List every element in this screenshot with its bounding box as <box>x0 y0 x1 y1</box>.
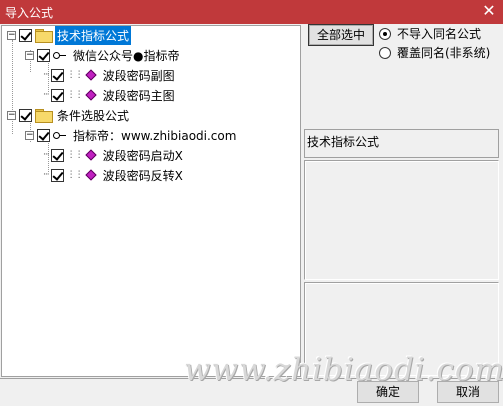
formula-icon <box>84 149 97 161</box>
description-panel <box>304 160 499 280</box>
folder-icon <box>35 29 53 43</box>
tree-node-formula[interactable]: ··· ⋮⋮ 波段密码反转X <box>43 166 185 184</box>
tree-node-formula[interactable]: ··· ⋮⋮ 波段密码启动X <box>43 146 185 164</box>
tree-checkbox[interactable] <box>37 128 50 142</box>
radio-label: 覆盖同名(非系统) <box>397 46 491 60</box>
tree-checkbox[interactable] <box>37 48 50 62</box>
info-label-panel: 技术指标公式 <box>304 129 499 158</box>
tree-label: 波段密码主图 <box>102 88 175 103</box>
tree-node-wechat[interactable]: − 微信公众号●指标帝 <box>25 46 181 64</box>
collapse-icon[interactable]: − <box>7 30 16 40</box>
tree-checkbox[interactable] <box>50 148 64 162</box>
connector-glyph: ··· <box>43 150 50 160</box>
grip-icon: ⋮⋮ <box>66 150 84 160</box>
info-label: 技术指标公式 <box>307 135 380 149</box>
connector-glyph: ··· <box>43 90 50 100</box>
tree-node-formula[interactable]: ··· ⋮⋮ 波段密码主图 <box>43 86 177 104</box>
tree-node-tech-formulas[interactable]: − 技术指标公式 <box>7 26 132 45</box>
tree-node-formula[interactable]: ··· ⋮⋮ 波段密码副图 <box>43 66 177 84</box>
window-title: 导入公式 <box>5 6 54 20</box>
tree-checkbox[interactable] <box>50 68 64 82</box>
formula-icon <box>84 89 97 101</box>
connector-glyph: ··· <box>43 170 50 180</box>
tree-checkbox[interactable] <box>19 108 32 122</box>
radio-label: 不导入同名公式 <box>397 27 482 41</box>
key-icon <box>53 50 67 60</box>
radio-no-import[interactable]: 不导入同名公式 <box>379 25 481 42</box>
grip-icon: ⋮⋮ <box>66 70 84 80</box>
formula-icon <box>84 169 97 181</box>
tree-label: 微信公众号●指标帝 <box>73 48 180 63</box>
tree-checkbox[interactable] <box>19 28 32 42</box>
tree-checkbox[interactable] <box>50 168 64 182</box>
tree-label: 波段密码启动X <box>102 148 183 163</box>
cancel-button[interactable]: 取消 <box>437 381 499 403</box>
close-icon[interactable]: ✕ <box>478 1 500 21</box>
tree-label: 条件选股公式 <box>57 108 130 123</box>
tree-node-zhibiaodi[interactable]: − 指标帝：www.zhibiaodi.com <box>25 126 238 144</box>
radio-dot[interactable] <box>379 27 391 40</box>
select-all-button[interactable]: 全部选中 <box>308 24 374 46</box>
tree-label: 指标帝：www.zhibiaodi.com <box>73 128 237 143</box>
tree-checkbox[interactable] <box>50 88 64 102</box>
collapse-icon[interactable]: − <box>25 130 34 140</box>
grip-icon: ⋮⋮ <box>66 90 84 100</box>
title-bar: 导入公式 ✕ <box>0 0 503 24</box>
tree-label: 波段密码反转X <box>102 168 183 183</box>
tree-label: 波段密码副图 <box>102 68 175 83</box>
tree-label: 技术指标公式 <box>55 26 132 45</box>
collapse-icon[interactable]: − <box>25 50 34 60</box>
ok-button[interactable]: 确定 <box>357 381 419 403</box>
folder-icon <box>35 109 53 123</box>
radio-dot[interactable] <box>379 46 391 59</box>
radio-overwrite[interactable]: 覆盖同名(非系统) <box>379 44 490 61</box>
connector-glyph: ··· <box>43 70 50 80</box>
key-icon <box>53 130 67 140</box>
tree-node-stock-conditions[interactable]: − 条件选股公式 <box>7 106 131 124</box>
formula-tree[interactable]: − 技术指标公式 − 微信公众号●指标帝 ··· ⋮⋮ 波段密码副图 ··· ⋮… <box>1 25 301 377</box>
formula-icon <box>84 69 97 81</box>
collapse-icon[interactable]: − <box>7 110 16 120</box>
grip-icon: ⋮⋮ <box>66 170 84 180</box>
